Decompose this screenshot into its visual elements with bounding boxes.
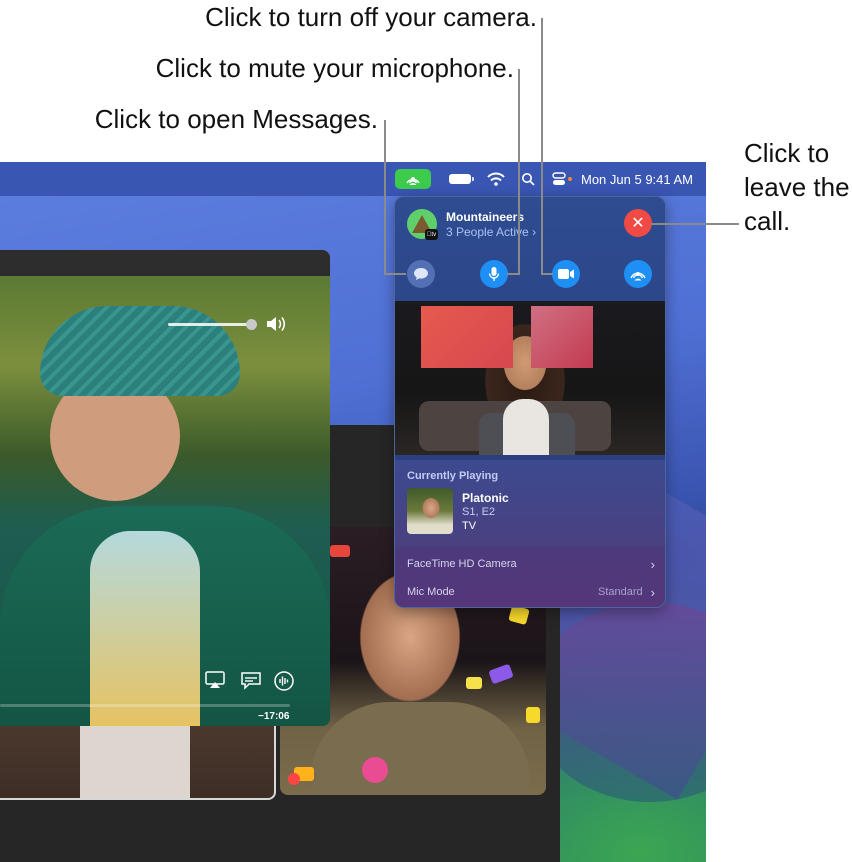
facetime-status-icon[interactable] <box>395 169 431 189</box>
tv-player-window[interactable]: −17:06 <box>0 250 330 726</box>
player-titlebar[interactable] <box>0 250 330 276</box>
callout-line <box>507 273 520 275</box>
camera-setting-row[interactable]: FaceTime HD Camera › <box>395 550 665 578</box>
camera-toggle-button[interactable] <box>552 260 580 288</box>
volume-icon[interactable] <box>265 314 291 334</box>
group-status-link[interactable]: 3 People Active › <box>446 225 536 239</box>
spotlight-search-icon[interactable] <box>521 162 535 196</box>
menu-bar-clock[interactable]: Mon Jun 5 9:41 AM <box>581 162 693 196</box>
group-status: 3 People Active <box>446 225 529 239</box>
messages-button[interactable] <box>407 260 435 288</box>
time-remaining: −17:06 <box>258 711 290 722</box>
callout-line <box>518 69 520 274</box>
panel-header: tv Mountaineers 3 People Active › ✕ <box>395 197 665 301</box>
chevron-right-icon: › <box>650 556 655 572</box>
microphone-icon <box>488 267 500 281</box>
video-camera-icon <box>558 269 574 279</box>
facetime-control-panel: tv Mountaineers 3 People Active › ✕ Cur… <box>394 196 666 608</box>
wifi-icon[interactable] <box>487 162 505 196</box>
callout-line <box>541 18 543 274</box>
callout-messages: Click to open Messages. <box>94 104 378 134</box>
callout-line <box>541 273 553 275</box>
mic-mode-setting-row[interactable]: Mic Mode Standard › <box>395 578 665 606</box>
menu-bar: Mon Jun 5 9:41 AM <box>0 162 706 196</box>
chevron-right-icon: › <box>650 584 655 600</box>
callout-microphone: Click to mute your microphone. <box>155 53 514 83</box>
close-icon: ✕ <box>631 215 645 232</box>
show-episode: S1, E2 <box>462 506 496 518</box>
show-thumbnail <box>407 488 453 534</box>
battery-icon[interactable] <box>449 162 474 196</box>
player-video[interactable]: −17:06 <box>0 276 330 726</box>
group-name: Mountaineers <box>446 210 525 224</box>
subtitles-icon[interactable] <box>240 670 262 692</box>
volume-slider-knob[interactable] <box>246 319 257 330</box>
settings-section: FaceTime HD Camera › Mic Mode Standard › <box>395 547 665 607</box>
messages-icon <box>414 268 428 280</box>
playback-scrubber[interactable] <box>0 704 290 707</box>
control-center-icon[interactable] <box>552 162 574 196</box>
self-view-video <box>395 301 665 455</box>
shareplay-icon <box>630 272 646 281</box>
callout-line <box>384 120 386 274</box>
shareplay-button[interactable] <box>624 260 652 288</box>
currently-playing-section[interactable]: Currently Playing Platonic S1, E2 TV <box>395 455 665 547</box>
volume-slider[interactable] <box>168 323 250 326</box>
setting-label: FaceTime HD Camera <box>407 558 517 570</box>
currently-playing-label: Currently Playing <box>407 470 499 482</box>
airplay-icon[interactable] <box>204 670 226 692</box>
mute-microphone-button[interactable] <box>480 260 508 288</box>
callout-line <box>384 273 406 275</box>
chevron-right-icon: › <box>532 225 537 239</box>
callout-line <box>651 223 739 225</box>
callout-camera: Click to turn off your camera. <box>205 2 537 32</box>
apple-tv-badge: tv <box>425 229 438 240</box>
setting-label: Mic Mode <box>407 586 455 598</box>
setting-value: Standard <box>598 586 643 598</box>
show-title: Platonic <box>462 491 509 505</box>
leave-call-button[interactable]: ✕ <box>624 209 652 237</box>
audio-options-icon[interactable] <box>273 670 295 692</box>
show-source: TV <box>462 520 477 532</box>
callout-leave: Click to leave the call. <box>744 138 850 236</box>
